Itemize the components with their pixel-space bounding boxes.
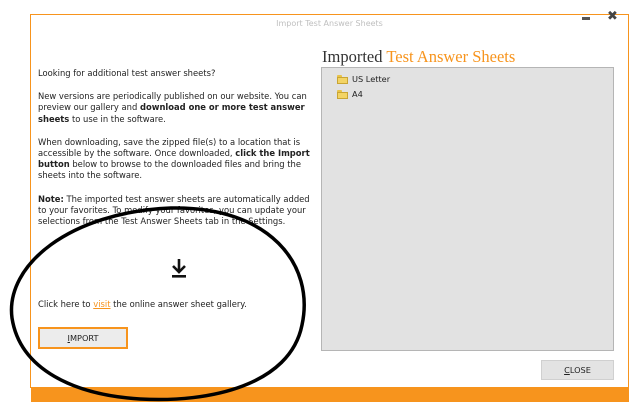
list-item-us-letter[interactable]: US Letter <box>337 73 390 85</box>
list-item-a4[interactable]: A4 <box>337 88 363 100</box>
window-border-right <box>628 14 629 388</box>
visit-link[interactable]: visit <box>93 299 110 309</box>
imported-sheets-list[interactable]: US Letter A4 <box>321 67 614 351</box>
bottom-accent-bar <box>31 387 629 402</box>
window-title: Import Test Answer Sheets <box>276 19 383 28</box>
folder-icon <box>337 89 348 99</box>
visit-gallery-text: Click here to visit the online answer sh… <box>38 299 247 309</box>
window-border-left <box>30 14 31 388</box>
gallery-paragraph: New versions are periodically published … <box>38 91 307 124</box>
instructions-text: Looking for additional test answer sheet… <box>38 68 318 239</box>
title-bar: Import Test Answer Sheets <box>31 15 628 33</box>
close-button[interactable]: C LOSE <box>541 360 614 380</box>
close-icon[interactable]: ✖ <box>607 10 618 23</box>
download-paragraph: When downloading, save the zipped file(s… <box>38 136 310 181</box>
import-button[interactable]: I MPORT <box>38 327 128 349</box>
import-dialog: Import Test Answer Sheets ✖ Looking for … <box>0 0 631 402</box>
intro-text: Looking for additional test answer sheet… <box>38 68 216 78</box>
minimize-icon[interactable] <box>582 17 590 20</box>
download-arrow-icon <box>170 258 188 278</box>
note-paragraph: Note: The imported test answer sheets ar… <box>38 193 310 227</box>
imported-sheets-heading: Imported Test Answer Sheets <box>322 47 516 66</box>
folder-icon <box>337 74 348 84</box>
